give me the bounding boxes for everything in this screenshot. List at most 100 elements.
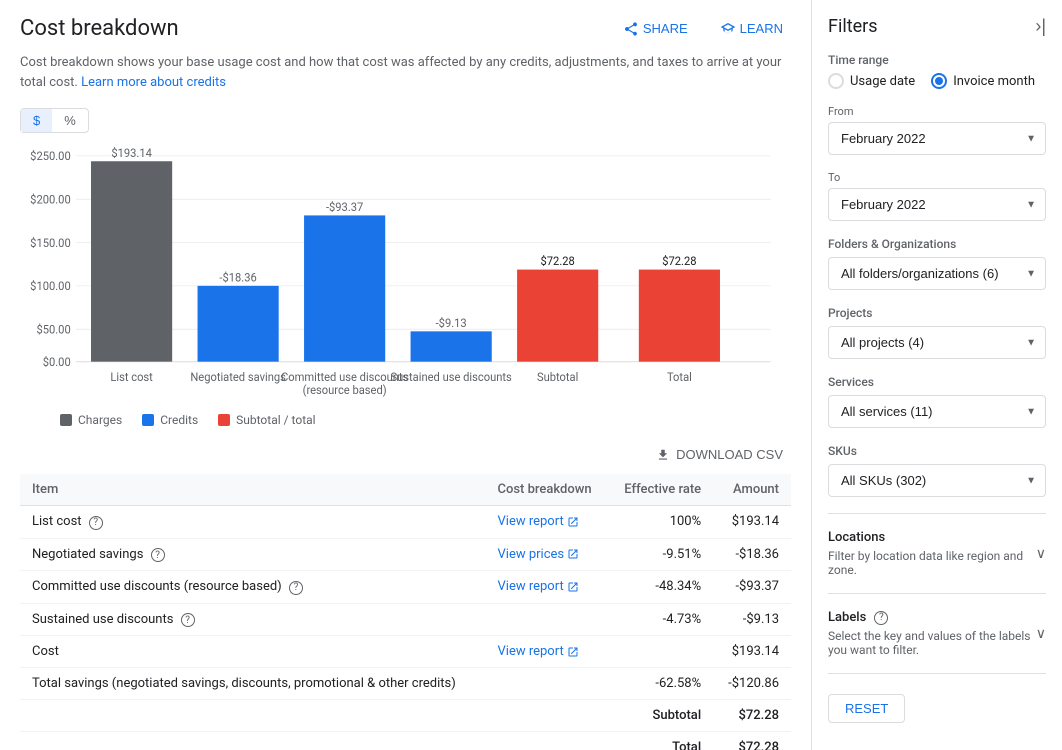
- dollar-toggle[interactable]: $: [21, 109, 52, 132]
- external-link-icon: [567, 581, 579, 593]
- usage-date-radio[interactable]: [828, 73, 844, 89]
- svg-text:$193.14: $193.14: [111, 146, 152, 160]
- subtotal-empty1: [20, 700, 486, 732]
- labels-section[interactable]: Labels ? Select the key and values of th…: [828, 606, 1046, 661]
- table-row: Committed use discounts (resource based)…: [20, 571, 791, 604]
- rate-list-cost: 100%: [608, 506, 713, 539]
- divider2: [828, 593, 1046, 594]
- amount-sustained: -$9.13: [713, 603, 791, 636]
- col-cost-breakdown: Cost breakdown: [486, 474, 609, 506]
- subtotal-label: Subtotal: [608, 700, 713, 732]
- time-range-section: Time range Usage date Invoice month: [828, 53, 1046, 89]
- view-report-link[interactable]: View report: [498, 514, 579, 529]
- locations-section[interactable]: Locations Filter by location data like r…: [828, 526, 1046, 581]
- item-list-cost: List cost ?: [20, 506, 486, 539]
- download-csv-button[interactable]: DOWNLOAD CSV: [648, 443, 791, 466]
- from-section: From February 2022: [828, 105, 1046, 155]
- skus-section: SKUs All SKUs (302): [828, 444, 1046, 497]
- locations-content: Locations Filter by location data like r…: [828, 530, 1036, 577]
- help-icon[interactable]: ?: [151, 548, 165, 562]
- labels-help-icon[interactable]: ?: [874, 611, 888, 625]
- to-select[interactable]: February 2022: [828, 188, 1046, 221]
- page-title: Cost breakdown: [20, 16, 179, 41]
- learn-button[interactable]: LEARN: [712, 17, 791, 41]
- time-range-label: Time range: [828, 53, 1046, 67]
- amount-total-savings: -$120.86: [713, 668, 791, 700]
- skus-select-wrapper: All SKUs (302): [828, 464, 1046, 497]
- usage-date-option[interactable]: Usage date: [828, 73, 915, 89]
- bar-list-cost[interactable]: [91, 161, 172, 361]
- view-report-cost-link[interactable]: View report: [498, 644, 579, 659]
- page-header: Cost breakdown SHARE LEARN: [20, 16, 791, 41]
- services-label: Services: [828, 375, 1046, 389]
- rate-negotiated: -9.51%: [608, 538, 713, 571]
- skus-select[interactable]: All SKUs (302): [828, 464, 1046, 497]
- bar-total[interactable]: [639, 270, 720, 362]
- view-report-committed-link[interactable]: View report: [498, 579, 579, 594]
- invoice-month-radio[interactable]: [931, 73, 947, 89]
- bar-committed-discounts[interactable]: [304, 215, 385, 361]
- help-icon[interactable]: ?: [89, 516, 103, 530]
- rate-sustained: -4.73%: [608, 603, 713, 636]
- header-actions: SHARE LEARN: [615, 17, 791, 41]
- svg-text:-$93.37: -$93.37: [326, 200, 363, 214]
- help-icon[interactable]: ?: [181, 613, 195, 627]
- invoice-month-label: Invoice month: [953, 74, 1035, 89]
- projects-select-wrapper: All projects (4): [828, 326, 1046, 359]
- labels-content: Labels ? Select the key and values of th…: [828, 610, 1036, 657]
- labels-label: Labels: [828, 610, 866, 625]
- amount-committed: -$93.37: [713, 571, 791, 604]
- toggle-group: $ %: [20, 108, 89, 133]
- svg-text:Negotiated savings: Negotiated savings: [190, 370, 286, 384]
- invoice-month-option[interactable]: Invoice month: [931, 73, 1035, 89]
- projects-label: Projects: [828, 306, 1046, 320]
- item-committed-discounts: Committed use discounts (resource based)…: [20, 571, 486, 604]
- svg-text:$0.00: $0.00: [43, 355, 71, 369]
- help-icon[interactable]: ?: [289, 581, 303, 595]
- amount-cost: $193.14: [713, 636, 791, 668]
- reset-button[interactable]: RESET: [828, 694, 905, 723]
- svg-text:$72.28: $72.28: [541, 254, 575, 268]
- filters-collapse-button[interactable]: ›|: [1035, 16, 1046, 37]
- from-select[interactable]: February 2022: [828, 122, 1046, 155]
- learn-more-link[interactable]: Learn more about credits: [81, 75, 226, 90]
- svg-text:Sustained use discounts: Sustained use discounts: [391, 370, 512, 384]
- main-panel: Cost breakdown SHARE LEARN Cost breakdow…: [0, 0, 812, 750]
- charges-label: Charges: [78, 413, 122, 427]
- view-prices-link[interactable]: View prices: [498, 547, 580, 562]
- subtotal-row: Subtotal $72.28: [20, 700, 791, 732]
- services-select[interactable]: All services (11): [828, 395, 1046, 428]
- projects-select[interactable]: All projects (4): [828, 326, 1046, 359]
- to-section: To February 2022: [828, 171, 1046, 221]
- svg-text:Total: Total: [667, 370, 692, 384]
- skus-label: SKUs: [828, 444, 1046, 458]
- folders-label: Folders & Organizations: [828, 237, 1046, 251]
- table-row: List cost ? View report 100% $193.14: [20, 506, 791, 539]
- item-negotiated-savings: Negotiated savings ?: [20, 538, 486, 571]
- description: Cost breakdown shows your base usage cos…: [20, 53, 791, 92]
- table-header-row: Item Cost breakdown Effective rate Amoun…: [20, 474, 791, 506]
- percent-toggle[interactable]: %: [52, 109, 88, 132]
- total-empty1: [20, 732, 486, 750]
- folders-section: Folders & Organizations All folders/orga…: [828, 237, 1046, 290]
- locations-chevron: ∨: [1036, 546, 1046, 562]
- svg-text:(resource based): (resource based): [303, 383, 387, 397]
- services-section: Services All services (11): [828, 375, 1046, 428]
- col-effective-rate: Effective rate: [608, 474, 713, 506]
- folders-select[interactable]: All folders/organizations (6): [828, 257, 1046, 290]
- item-sustained-discounts: Sustained use discounts ?: [20, 603, 486, 636]
- subtotal-empty2: [486, 700, 609, 732]
- projects-section: Projects All projects (4): [828, 306, 1046, 359]
- filters-panel: Filters ›| Time range Usage date Invoice…: [812, 0, 1062, 750]
- chart-svg: $250.00 $200.00 $150.00 $100.00 $50.00 $…: [20, 145, 791, 405]
- table-row: Cost View report $193.14: [20, 636, 791, 668]
- bar-negotiated-savings[interactable]: [198, 286, 279, 362]
- item-cost: Cost: [20, 636, 486, 668]
- bar-sustained-discounts[interactable]: [411, 331, 492, 361]
- share-button[interactable]: SHARE: [615, 17, 696, 41]
- rate-cost: [608, 636, 713, 668]
- rate-total-savings: -62.58%: [608, 668, 713, 700]
- svg-text:$150.00: $150.00: [30, 235, 71, 249]
- bar-subtotal[interactable]: [517, 270, 598, 362]
- total-row: Total $72.28: [20, 732, 791, 750]
